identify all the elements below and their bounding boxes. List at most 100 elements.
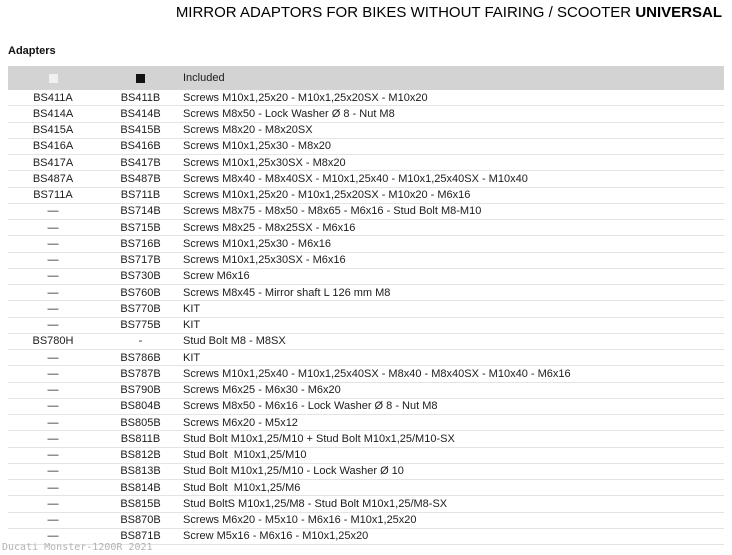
adapter-code-black: BS813B xyxy=(98,465,183,477)
included-cell: Screws M10x1,25x20 - M10x1,25x20SX - M10… xyxy=(183,92,724,104)
included-cell: Screws M8x45 - Mirror shaft L 126 mm M8 xyxy=(183,287,724,299)
table-row: —BS730BScrew M6x16 xyxy=(8,269,724,285)
adapter-code-silver: — xyxy=(8,205,98,217)
table-row: BS711ABS711BScrews M10x1,25x20 - M10x1,2… xyxy=(8,188,724,204)
included-cell: Stud Bolt M10x1,25/M10 + Stud Bolt M10x1… xyxy=(183,433,724,445)
adapter-code-black: BS814B xyxy=(98,482,183,494)
included-cell: Screws M8x25 - M8x25SX - M6x16 xyxy=(183,222,724,234)
adapter-code-black: BS786B xyxy=(98,352,183,364)
included-cell: Stud Bolt M8 - M8SX xyxy=(183,335,724,347)
included-cell: Screws M8x50 - Lock Washer Ø 8 - Nut M8 xyxy=(183,108,724,120)
adapter-code-black: BS415B xyxy=(98,124,183,136)
adapter-code-silver: — xyxy=(8,400,98,412)
adapter-code-black: BS805B xyxy=(98,417,183,429)
table-row: BS414ABS414BScrews M8x50 - Lock Washer Ø… xyxy=(8,106,724,122)
included-cell: Screws M6x25 - M6x30 - M6x20 xyxy=(183,384,724,396)
table-row: —BS870BScrews M6x20 - M5x10 - M6x16 - M1… xyxy=(8,513,724,529)
table-row: —BS815BStud BoltS M10x1,25/M8 - Stud Bol… xyxy=(8,496,724,512)
table-row: —BS812BStud Bolt M10x1,25/M10 xyxy=(8,448,724,464)
adapter-code-silver: — xyxy=(8,319,98,331)
adapter-code-silver: — xyxy=(8,384,98,396)
adapter-code-silver: BS411A xyxy=(8,92,98,104)
adapter-code-black: BS804B xyxy=(98,400,183,412)
table-row: —BS805BScrews M6x20 - M5x12 xyxy=(8,415,724,431)
table-row: —BS717BScrews M10x1,25x30SX - M6x16 xyxy=(8,253,724,269)
adapter-code-silver: — xyxy=(8,352,98,364)
table-row: —BS811BStud Bolt M10x1,25/M10 + Stud Bol… xyxy=(8,431,724,447)
adapter-code-black: BS775B xyxy=(98,319,183,331)
included-cell: Screw M5x16 - M6x16 - M10x1,25x20 xyxy=(183,530,724,542)
included-cell: Screws M10x1,25x20 - M10x1,25x20SX - M10… xyxy=(183,189,724,201)
adapter-code-silver: BS415A xyxy=(8,124,98,136)
adapter-code-black: - xyxy=(98,335,183,347)
adapter-code-black: BS717B xyxy=(98,254,183,266)
table-row: BS780H-Stud Bolt M8 - M8SX xyxy=(8,334,724,350)
adapter-code-silver: — xyxy=(8,433,98,445)
adapter-code-black: BS811B xyxy=(98,433,183,445)
included-cell: Stud Bolt M10x1,25/M6 xyxy=(183,482,724,494)
adapter-code-silver: BS487A xyxy=(8,173,98,185)
table-row: —BS775BKIT xyxy=(8,318,724,334)
adapter-code-black: BS770B xyxy=(98,303,183,315)
included-cell: Screws M8x75 - M8x50 - M8x65 - M6x16 - S… xyxy=(183,205,724,217)
included-cell: Screws M6x20 - M5x12 xyxy=(183,417,724,429)
adapter-code-black: BS416B xyxy=(98,140,183,152)
table-row: BS417ABS417BScrews M10x1,25x30SX - M8x20 xyxy=(8,155,724,171)
included-cell: Stud BoltS M10x1,25/M8 - Stud Bolt M10x1… xyxy=(183,498,724,510)
adapter-code-silver: BS416A xyxy=(8,140,98,152)
adapter-code-black: BS790B xyxy=(98,384,183,396)
included-cell: KIT xyxy=(183,352,724,364)
adapters-section-label: Adapters xyxy=(8,45,56,57)
included-cell: Screws M10x1,25x30SX - M8x20 xyxy=(183,157,724,169)
adapter-code-silver: — xyxy=(8,530,98,542)
page-title-text: MIRROR ADAPTORS FOR BIKES WITHOUT FAIRIN… xyxy=(176,4,636,21)
adapter-code-silver: BS414A xyxy=(8,108,98,120)
adapter-code-black: BS711B xyxy=(98,189,183,201)
adapter-code-silver: — xyxy=(8,449,98,461)
column-header-silver xyxy=(8,74,98,83)
adapter-code-black: BS716B xyxy=(98,238,183,250)
adapter-code-black: BS760B xyxy=(98,287,183,299)
adapter-code-silver: — xyxy=(8,514,98,526)
table-row: —BS790BScrews M6x25 - M6x30 - M6x20 xyxy=(8,383,724,399)
included-cell: Screws M8x20 - M8x20SX xyxy=(183,124,724,136)
adapter-code-black: BS487B xyxy=(98,173,183,185)
adapter-code-silver: — xyxy=(8,287,98,299)
included-cell: Screws M8x50 - M6x16 - Lock Washer Ø 8 -… xyxy=(183,400,724,412)
adapter-code-black: BS417B xyxy=(98,157,183,169)
table-row: BS415ABS415BScrews M8x20 - M8x20SX xyxy=(8,123,724,139)
column-header-included: Included xyxy=(183,72,724,84)
included-cell: KIT xyxy=(183,319,724,331)
included-cell: Screws M10x1,25x40 - M10x1,25x40SX - M8x… xyxy=(183,368,724,380)
adapter-code-silver: — xyxy=(8,270,98,282)
table-row: —BS715BScrews M8x25 - M8x25SX - M6x16 xyxy=(8,220,724,236)
adapter-code-black: BS815B xyxy=(98,498,183,510)
included-cell: Screws M6x20 - M5x10 - M6x16 - M10x1,25x… xyxy=(183,514,724,526)
adapter-code-black: BS715B xyxy=(98,222,183,234)
included-cell: Screws M8x40 - M8x40SX - M10x1,25x40 - M… xyxy=(183,173,724,185)
adapter-code-silver: — xyxy=(8,368,98,380)
adapter-code-silver: — xyxy=(8,222,98,234)
included-cell: Screws M10x1,25x30SX - M6x16 xyxy=(183,254,724,266)
included-cell: Stud Bolt M10x1,25/M10 xyxy=(183,449,724,461)
adapters-table: Included BS411ABS411BScrews M10x1,25x20 … xyxy=(8,66,724,545)
adapter-code-silver: — xyxy=(8,417,98,429)
table-header-row: Included xyxy=(8,66,724,90)
adapter-code-black: BS714B xyxy=(98,205,183,217)
included-cell: Screw M6x16 xyxy=(183,270,724,282)
included-cell: Stud Bolt M10x1,25/M10 - Lock Washer Ø 1… xyxy=(183,465,724,477)
adapter-code-silver: BS417A xyxy=(8,157,98,169)
table-row: —BS813BStud Bolt M10x1,25/M10 - Lock Was… xyxy=(8,464,724,480)
adapter-code-silver: — xyxy=(8,303,98,315)
table-row: —BS760BScrews M8x45 - Mirror shaft L 126… xyxy=(8,285,724,301)
silver-square-icon xyxy=(49,74,58,83)
included-cell: KIT xyxy=(183,303,724,315)
table-row: —BS804BScrews M8x50 - M6x16 - Lock Washe… xyxy=(8,399,724,415)
table-row: BS487ABS487BScrews M8x40 - M8x40SX - M10… xyxy=(8,171,724,187)
page-title: MIRROR ADAPTORS FOR BIKES WITHOUT FAIRIN… xyxy=(176,4,722,21)
adapter-code-black: BS812B xyxy=(98,449,183,461)
table-row: BS411ABS411BScrews M10x1,25x20 - M10x1,2… xyxy=(8,90,724,106)
adapter-code-silver: — xyxy=(8,498,98,510)
table-body: BS411ABS411BScrews M10x1,25x20 - M10x1,2… xyxy=(8,90,724,545)
black-square-icon xyxy=(136,74,145,83)
